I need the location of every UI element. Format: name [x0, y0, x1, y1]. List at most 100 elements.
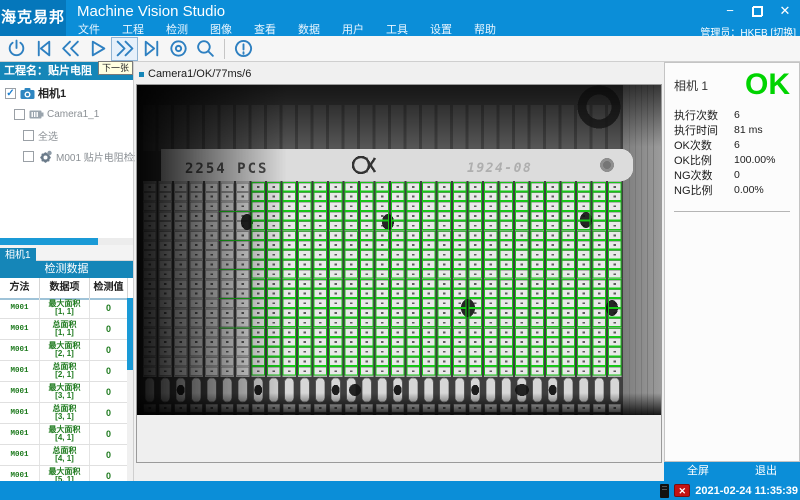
cell-detect-value: 0	[90, 319, 128, 339]
cell-method: M001	[0, 319, 40, 339]
divider	[674, 211, 790, 212]
result-camera-label: 相机 1	[674, 77, 708, 94]
next-image-icon	[114, 38, 135, 59]
search-button[interactable]	[192, 37, 219, 61]
cell-method: M001	[0, 361, 40, 381]
column-header-方法: 方法	[0, 278, 40, 298]
tree-item-全选[interactable]: 全选	[0, 127, 133, 143]
cell-method: M001	[0, 382, 40, 402]
detect-table-body: M001最大面积[1, 1]0M001总面积[1, 1]0M001最大面积[2,…	[0, 298, 128, 481]
viewer-bullet-icon	[139, 72, 144, 77]
cell-detect-value: 0	[90, 424, 128, 444]
cell-data-item: 最大面积[2, 1]	[40, 340, 90, 360]
menu-item-查看[interactable]: 查看	[254, 21, 276, 37]
menu-item-用户[interactable]: 用户	[342, 21, 364, 37]
table-row[interactable]: M001总面积[2, 1]0	[0, 361, 128, 382]
record-button[interactable]	[165, 37, 192, 61]
stat-value: 0.00%	[734, 184, 764, 196]
app-logo: 海克易邦	[0, 0, 66, 36]
stat-label: 执行时间	[674, 122, 734, 138]
info-button[interactable]	[230, 37, 257, 61]
menu-item-工具[interactable]: 工具	[386, 21, 408, 37]
stat-value: 6	[734, 109, 740, 121]
cell-detect-value: 0	[90, 403, 128, 423]
checkbox[interactable]	[23, 130, 34, 141]
table-row[interactable]: M001总面积[1, 1]0	[0, 319, 128, 340]
table-row[interactable]: M001最大面积[5, 1]0	[0, 466, 128, 481]
cell-method: M001	[0, 340, 40, 360]
tree-item-Camera1_1[interactable]: Camera1_1	[0, 106, 133, 122]
table-vertical-scrollbar[interactable]	[127, 298, 133, 481]
detect-table-header: 方法数据项检测值	[0, 278, 133, 300]
fullscreen-button[interactable]: 全屏	[664, 462, 732, 481]
menu-item-帮助[interactable]: 帮助	[474, 21, 496, 37]
detect-data-header: 检测数据	[0, 261, 133, 278]
table-row[interactable]: M001最大面积[1, 1]0	[0, 298, 128, 319]
cell-data-item: 最大面积[5, 1]	[40, 466, 90, 481]
tree-item-label: Camera1_1	[47, 109, 99, 120]
app-title: Machine Vision Studio	[77, 3, 225, 20]
power-button[interactable]	[3, 37, 30, 61]
toolbar-separator	[224, 39, 225, 59]
menu-item-工程[interactable]: 工程	[122, 21, 144, 37]
cell-detect-value: 0	[90, 340, 128, 360]
disconnected-icon: ✕	[674, 484, 690, 497]
cell-method: M001	[0, 445, 40, 465]
menu-item-数据[interactable]: 数据	[298, 21, 320, 37]
tree-item-M001[interactable]: M001 贴片电阻检测	[0, 148, 133, 164]
cell-detect-value: 0	[90, 361, 128, 381]
checkbox[interactable]	[23, 151, 34, 162]
menu-item-文件[interactable]: 文件	[78, 21, 100, 37]
minimize-button[interactable]: −	[723, 4, 737, 18]
camera-image-frame: 2254 PCS1924-08	[136, 84, 662, 463]
menu-item-图像[interactable]: 图像	[210, 21, 232, 37]
stat-row-NG次数: NG次数0	[674, 167, 790, 182]
close-button[interactable]: ✕	[778, 4, 792, 18]
prev-image-button[interactable]	[57, 37, 84, 61]
checkbox[interactable]	[14, 109, 25, 120]
camera-image: 2254 PCS1924-08	[137, 85, 661, 415]
table-row[interactable]: M001最大面积[3, 1]0	[0, 382, 128, 403]
stat-row-OK比例: OK比例100.00%	[674, 152, 790, 167]
stat-value: 6	[734, 139, 740, 151]
table-row[interactable]: M001总面积[3, 1]0	[0, 403, 128, 424]
first-image-icon	[33, 38, 54, 59]
status-bar: ✕ 2021-02-24 11:35:39	[0, 481, 800, 500]
run-icon	[87, 38, 108, 59]
restore-button[interactable]	[752, 6, 763, 17]
cell-detect-value: 0	[90, 445, 128, 465]
menu-item-设置[interactable]: 设置	[430, 21, 452, 37]
stat-row-NG比例: NG比例0.00%	[674, 182, 790, 197]
image-batch-text: 1924-08	[467, 161, 532, 176]
next-image-button[interactable]	[111, 37, 138, 61]
tree-horizontal-scrollbar[interactable]	[0, 238, 133, 245]
tree-item-label: 相机1	[38, 85, 66, 101]
toolbar	[0, 36, 800, 62]
cell-detect-value: 0	[90, 466, 128, 481]
cell-data-item: 总面积[4, 1]	[40, 445, 90, 465]
search-icon	[195, 38, 216, 59]
cell-data-item: 总面积[3, 1]	[40, 403, 90, 423]
exit-button[interactable]: 退出	[732, 462, 800, 481]
power-icon	[6, 38, 27, 59]
column-header-数据项: 数据项	[40, 278, 90, 298]
last-image-button[interactable]	[138, 37, 165, 61]
cell-method: M001	[0, 424, 40, 444]
cell-method: M001	[0, 466, 40, 481]
checkbox[interactable]: ✓	[5, 88, 16, 99]
stat-row-执行次数: 执行次数6	[674, 107, 790, 122]
table-row[interactable]: M001总面积[4, 1]0	[0, 445, 128, 466]
tree-item-相机1[interactable]: ✓ 相机1	[0, 85, 133, 101]
menu-item-检测[interactable]: 检测	[166, 21, 188, 37]
stat-row-执行时间: 执行时间81 ms	[674, 122, 790, 137]
cell-data-item: 总面积[1, 1]	[40, 319, 90, 339]
table-row[interactable]: M001最大面积[2, 1]0	[0, 340, 128, 361]
clock: 2021-02-24 11:35:39	[695, 485, 798, 497]
last-image-icon	[141, 38, 162, 59]
first-image-button[interactable]	[30, 37, 57, 61]
stat-label: OK比例	[674, 152, 734, 168]
tree-item-label: 全选	[38, 128, 58, 143]
run-button[interactable]	[84, 37, 111, 61]
statistics-list: 执行次数6执行时间81 msOK次数6OK比例100.00%NG次数0NG比例0…	[674, 107, 790, 197]
table-row[interactable]: M001最大面积[4, 1]0	[0, 424, 128, 445]
